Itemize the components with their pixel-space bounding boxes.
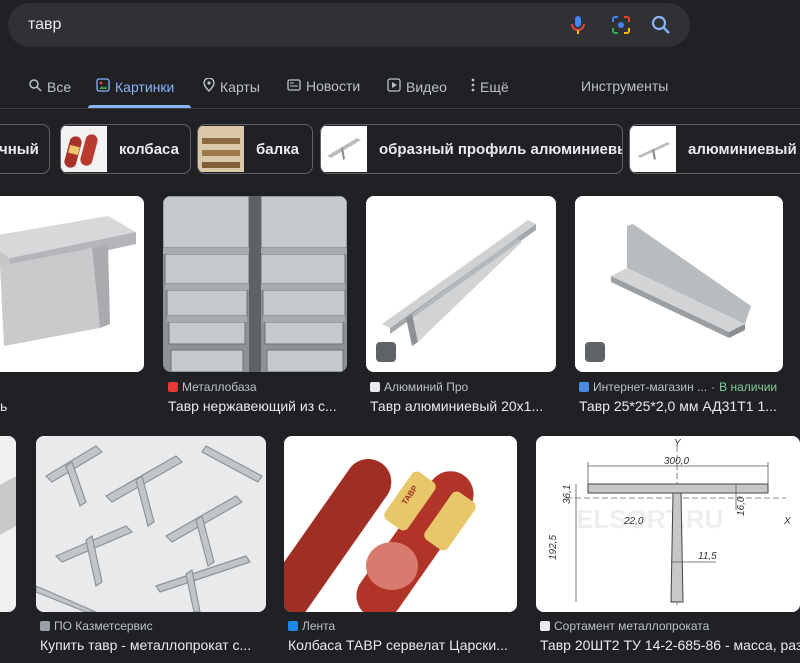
tab-label: Новости — [306, 78, 361, 94]
image-result[interactable] — [0, 196, 144, 372]
search-input[interactable]: тавр — [28, 16, 61, 34]
source-name: ПО Казметсервис — [54, 619, 153, 633]
search-bar[interactable]: тавр — [8, 3, 690, 47]
site-favicon — [288, 621, 298, 631]
source-name: Сортамент металлопроката — [554, 619, 710, 633]
result-title[interactable]: Тавр алюминиевый 20х1... — [370, 398, 556, 414]
dim-r: 22,0 — [623, 516, 644, 527]
tab-images[interactable]: Картинки — [96, 78, 174, 95]
watermark: ELSORT.RU — [576, 504, 723, 534]
tab-news[interactable]: Новости — [287, 78, 360, 94]
result-source[interactable]: ПО Казметсервис — [40, 619, 270, 633]
site-favicon — [370, 382, 380, 392]
site-favicon — [168, 382, 178, 392]
tab-maps[interactable]: Карты — [203, 77, 260, 95]
result-title[interactable]: Купить тавр - металлопрокат с... — [40, 637, 270, 653]
result-title[interactable]: Тавр 20ШТ2 ТУ 14-2-685-86 - масса, раз — [540, 637, 800, 653]
image-result[interactable] — [575, 196, 783, 372]
dim-web: 11,5 — [698, 551, 717, 562]
more-vert-icon — [471, 78, 475, 95]
result-title[interactable]: ь — [0, 398, 150, 414]
result-source[interactable]: Интернет-магазин ... · В наличии — [579, 380, 800, 394]
stainless-beams-image — [163, 196, 347, 372]
source-name: Интернет-магазин ... — [593, 380, 708, 394]
microphone-icon[interactable] — [566, 13, 590, 37]
axis-x-label: X — [783, 516, 791, 527]
active-tab-indicator — [88, 105, 191, 108]
product-tag-icon — [585, 342, 605, 362]
dim-a: 36,1 — [562, 485, 573, 504]
chip-thumbnail — [61, 126, 107, 172]
dim-height: 192,5 — [548, 535, 559, 560]
tab-label: Все — [47, 78, 72, 95]
tab-more[interactable]: Ещё — [471, 78, 509, 95]
result-title[interactable]: Колбаса ТАВР сервелат Царски... — [288, 637, 521, 653]
chip-label: колбаса — [119, 140, 179, 158]
chip-label: чный — [0, 140, 39, 158]
chip-1[interactable]: чный — [0, 124, 50, 174]
tab-label: Видео — [406, 78, 447, 95]
tab-label: Карты — [220, 78, 260, 95]
chip-aluminium-t[interactable]: алюминиевый та — [629, 124, 800, 174]
availability-badge: В наличии — [719, 380, 778, 394]
chip-beam[interactable]: балка — [197, 124, 313, 174]
profile-fragment-image — [0, 436, 16, 612]
image-result[interactable]: ТАВР — [284, 436, 517, 612]
tab-label: Картинки — [115, 78, 175, 95]
site-favicon — [540, 621, 550, 631]
search-icon[interactable] — [649, 13, 673, 37]
source-name: Алюминий Про — [384, 380, 469, 394]
t-profiles-pile-image — [36, 436, 266, 612]
aluminium-t-bar-image — [575, 196, 783, 372]
image-result[interactable] — [36, 436, 266, 612]
newspaper-icon — [287, 78, 301, 94]
image-result[interactable] — [163, 196, 347, 372]
chip-thumbnail — [198, 126, 244, 172]
result-source[interactable]: Сортамент металлопроката — [540, 619, 800, 633]
search-icon — [28, 78, 42, 95]
search-tabs: Все Картинки Карты Новости Видео Ещё Инс… — [0, 64, 800, 109]
tab-label: Ещё — [480, 78, 509, 95]
image-result[interactable] — [0, 436, 16, 612]
result-source[interactable]: Металлобаза — [168, 380, 348, 394]
steel-plate-image — [0, 196, 144, 372]
t-beam-drawing-image: ELSORT.RU Y X 300,0 16,0 36,1 22,0 192,5… — [536, 436, 800, 612]
tab-video[interactable]: Видео — [387, 78, 447, 95]
chip-sausage[interactable]: колбаса — [60, 124, 191, 174]
image-result[interactable]: ELSORT.RU Y X 300,0 16,0 36,1 22,0 192,5… — [536, 436, 800, 612]
tools-label: Инструменты — [581, 78, 669, 94]
result-source[interactable]: Алюминий Про — [370, 380, 556, 394]
dim-flange: 16,0 — [736, 496, 747, 516]
result-title[interactable]: Тавр нержавеющий из с... — [168, 398, 348, 414]
result-source[interactable]: Лента — [288, 619, 521, 633]
dim-width: 300,0 — [664, 456, 689, 467]
chip-label: алюминиевый та — [688, 140, 800, 158]
source-name: Лента — [302, 619, 336, 633]
chip-label: балка — [256, 140, 299, 158]
chip-thumbnail — [630, 126, 676, 172]
chip-label: образный профиль алюминиевый — [379, 140, 623, 158]
tools-button[interactable]: Инструменты — [581, 78, 668, 94]
image-result[interactable] — [366, 196, 556, 372]
chip-thumbnail — [321, 126, 367, 172]
map-pin-icon — [203, 77, 215, 95]
source-name: Металлобаза — [182, 380, 257, 394]
play-icon — [387, 78, 401, 95]
image-icon — [96, 78, 110, 95]
product-tag-icon — [376, 342, 396, 362]
sausage-image: ТАВР — [284, 436, 517, 612]
site-favicon — [40, 621, 50, 631]
chip-t-profile[interactable]: образный профиль алюминиевый — [320, 124, 623, 174]
site-favicon — [579, 382, 589, 392]
result-title[interactable]: Тавр 25*25*2,0 мм АД31Т1 1... — [579, 398, 800, 414]
tab-all[interactable]: Все — [28, 78, 71, 95]
lens-icon[interactable] — [609, 13, 633, 37]
separator: · — [711, 380, 716, 394]
